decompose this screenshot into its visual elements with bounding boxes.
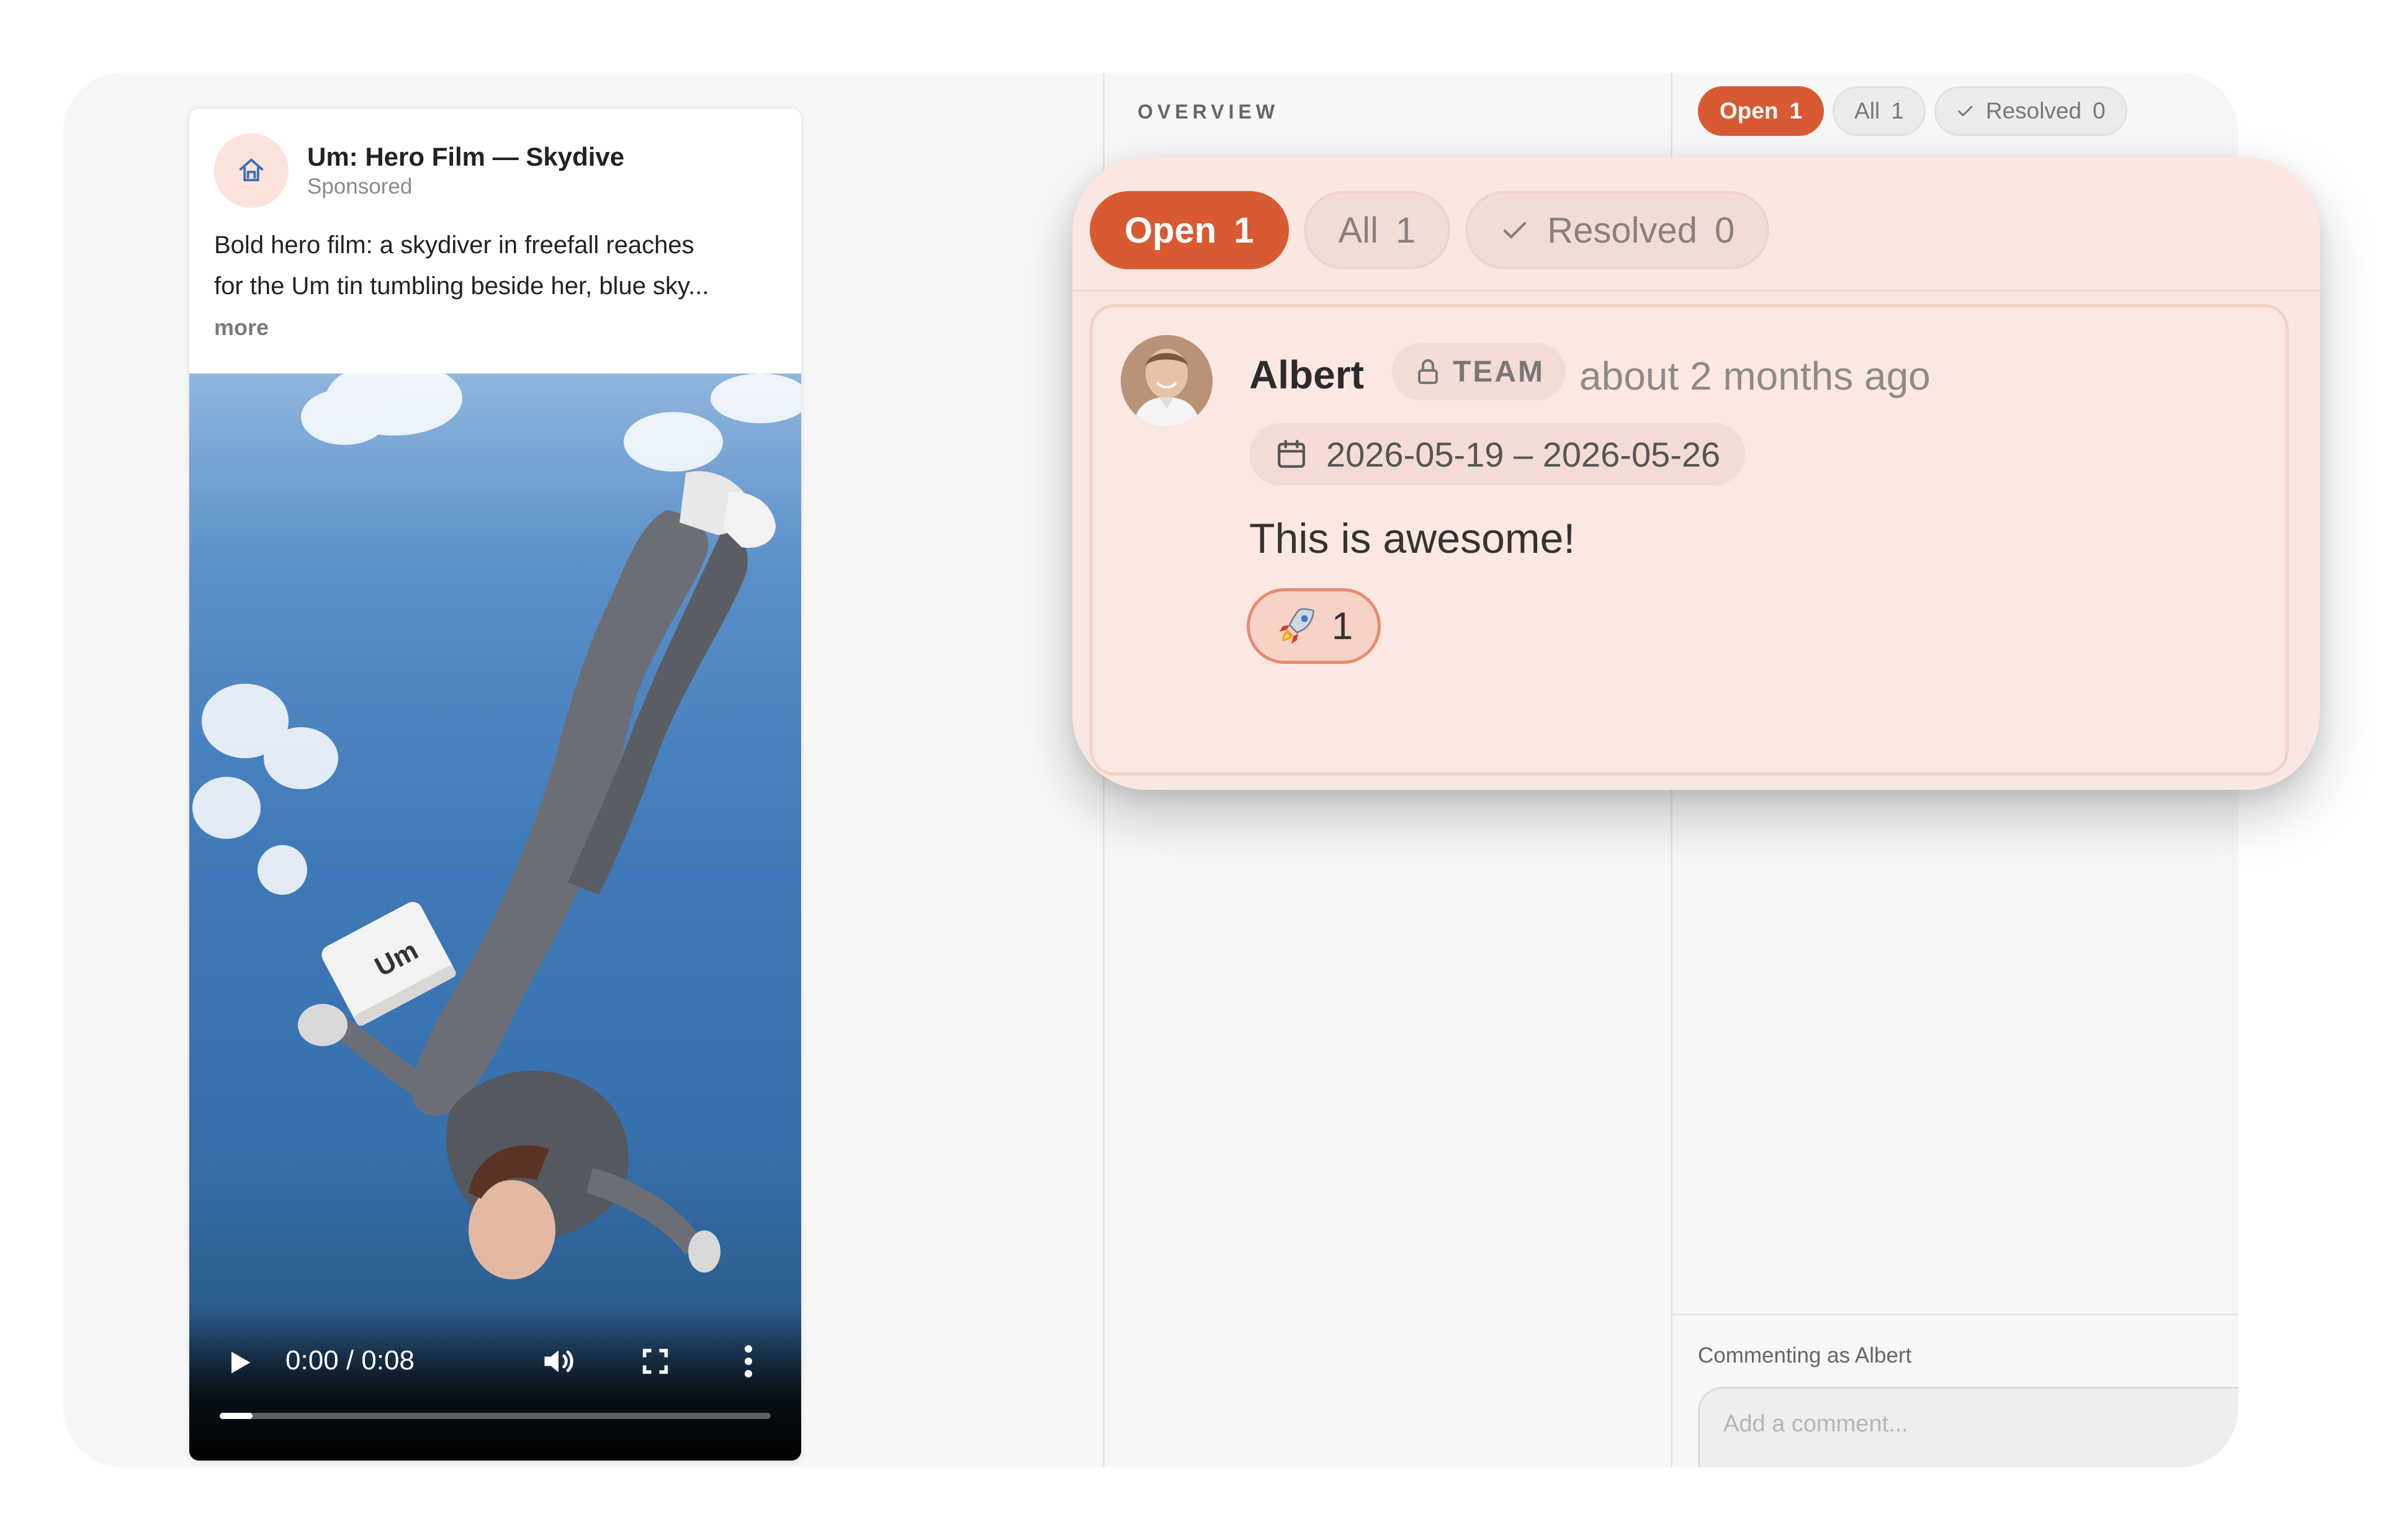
ad-body-line: for the Um tin tumbling beside her, blue… xyxy=(214,272,709,300)
play-button[interactable] xyxy=(223,1346,256,1379)
filter-tabs-large: Open 1 All 1 Resolved 0 xyxy=(1090,191,1770,269)
tab-all-count: 1 xyxy=(1395,210,1416,251)
tab-open-count: 1 xyxy=(1789,98,1803,123)
tab-resolved-count: 0 xyxy=(1715,210,1735,251)
tab-all-label: All xyxy=(1338,210,1378,251)
check-icon xyxy=(1958,105,1973,117)
reaction-button[interactable]: 1 xyxy=(1247,588,1381,664)
comment-author: Albert xyxy=(1249,352,1364,397)
ad-preview-card: Um: Hero Film — Skydive Sponsored Bold h… xyxy=(188,107,802,1462)
tab-open-large[interactable]: Open 1 xyxy=(1090,191,1289,269)
ad-more-link[interactable]: more xyxy=(214,315,269,341)
tab-resolved[interactable]: Resolved 0 xyxy=(1934,86,2127,136)
reaction-count: 1 xyxy=(1331,604,1353,648)
overview-label: OVERVIEW xyxy=(1138,101,1279,123)
composer-divider xyxy=(1672,1314,2238,1315)
video-progress-fill xyxy=(220,1413,253,1419)
tab-open[interactable]: Open 1 xyxy=(1698,86,1824,136)
comment-text: This is awesome! xyxy=(1249,515,1576,562)
filter-tabs-small: Open 1 All 1 Resolved 0 xyxy=(1698,86,2127,136)
brand-logo-icon xyxy=(239,158,264,182)
comment-input[interactable] xyxy=(1698,1387,2238,1467)
ad-header-text: Um: Hero Film — Skydive Sponsored xyxy=(307,142,624,199)
video-time: 0:00 / 0:08 xyxy=(285,1345,415,1376)
date-range-text: 2026-05-19 – 2026-05-26 xyxy=(1326,434,1721,474)
tab-all-large[interactable]: All 1 xyxy=(1303,191,1451,269)
fullscreen-button[interactable] xyxy=(639,1345,674,1380)
tab-open-label: Open xyxy=(1720,98,1779,123)
video-controls xyxy=(189,1302,801,1461)
tab-resolved-count: 0 xyxy=(2093,98,2106,123)
team-badge-label: TEAM xyxy=(1453,355,1545,388)
lock-icon xyxy=(1418,359,1438,384)
tab-all-label: All xyxy=(1854,98,1880,123)
comment-popover: Open 1 All 1 Resolved 0 Albert TEAM abou… xyxy=(1072,157,2320,790)
commenting-as-label: Commenting as Albert xyxy=(1698,1343,1912,1368)
more-vertical-icon xyxy=(745,1345,752,1377)
date-range-chip: 2026-05-19 – 2026-05-26 xyxy=(1249,423,1746,485)
play-icon xyxy=(231,1351,251,1374)
um-tin: Um xyxy=(321,902,456,1026)
video-menu-button[interactable] xyxy=(742,1343,761,1380)
ad-body-text: Bold hero film: a skydiver in freefall r… xyxy=(214,225,785,307)
check-icon xyxy=(1504,222,1527,239)
avatar-portrait xyxy=(1121,335,1213,427)
video-frame: Um xyxy=(192,374,801,1279)
skydiver-illustration xyxy=(298,471,776,1279)
team-badge: TEAM xyxy=(1392,343,1566,400)
popover-divider xyxy=(1072,290,2320,292)
ad-sponsored-label: Sponsored xyxy=(307,174,413,199)
tab-all[interactable]: All 1 xyxy=(1833,86,1926,136)
avatar[interactable] xyxy=(1121,335,1213,427)
ad-body-line: Bold hero film: a skydiver in freefall r… xyxy=(214,231,694,259)
tab-all-count: 1 xyxy=(1891,98,1904,123)
tab-open-label: Open xyxy=(1124,210,1217,251)
tab-resolved-label: Resolved xyxy=(1985,98,2082,123)
tab-resolved-large[interactable]: Resolved 0 xyxy=(1465,191,1770,269)
ad-header: Um: Hero Film — Skydive Sponsored xyxy=(214,133,624,208)
tab-open-count: 1 xyxy=(1234,210,1254,251)
ad-video[interactable]: Um xyxy=(189,374,801,1461)
video-progress-bar[interactable] xyxy=(220,1413,771,1419)
volume-icon xyxy=(544,1350,573,1372)
tab-resolved-label: Resolved xyxy=(1547,210,1698,251)
brand-avatar xyxy=(214,133,289,208)
calendar-icon xyxy=(1278,439,1305,468)
rocket-icon xyxy=(1279,608,1315,644)
fullscreen-icon xyxy=(642,1348,668,1374)
comment-card[interactable]: Albert TEAM about 2 months ago 2026-05-1… xyxy=(1090,304,2289,776)
comment-timestamp: about 2 months ago xyxy=(1579,354,1931,398)
volume-button[interactable] xyxy=(540,1343,577,1380)
ad-brand-name: Um: Hero Film — Skydive xyxy=(307,142,625,171)
